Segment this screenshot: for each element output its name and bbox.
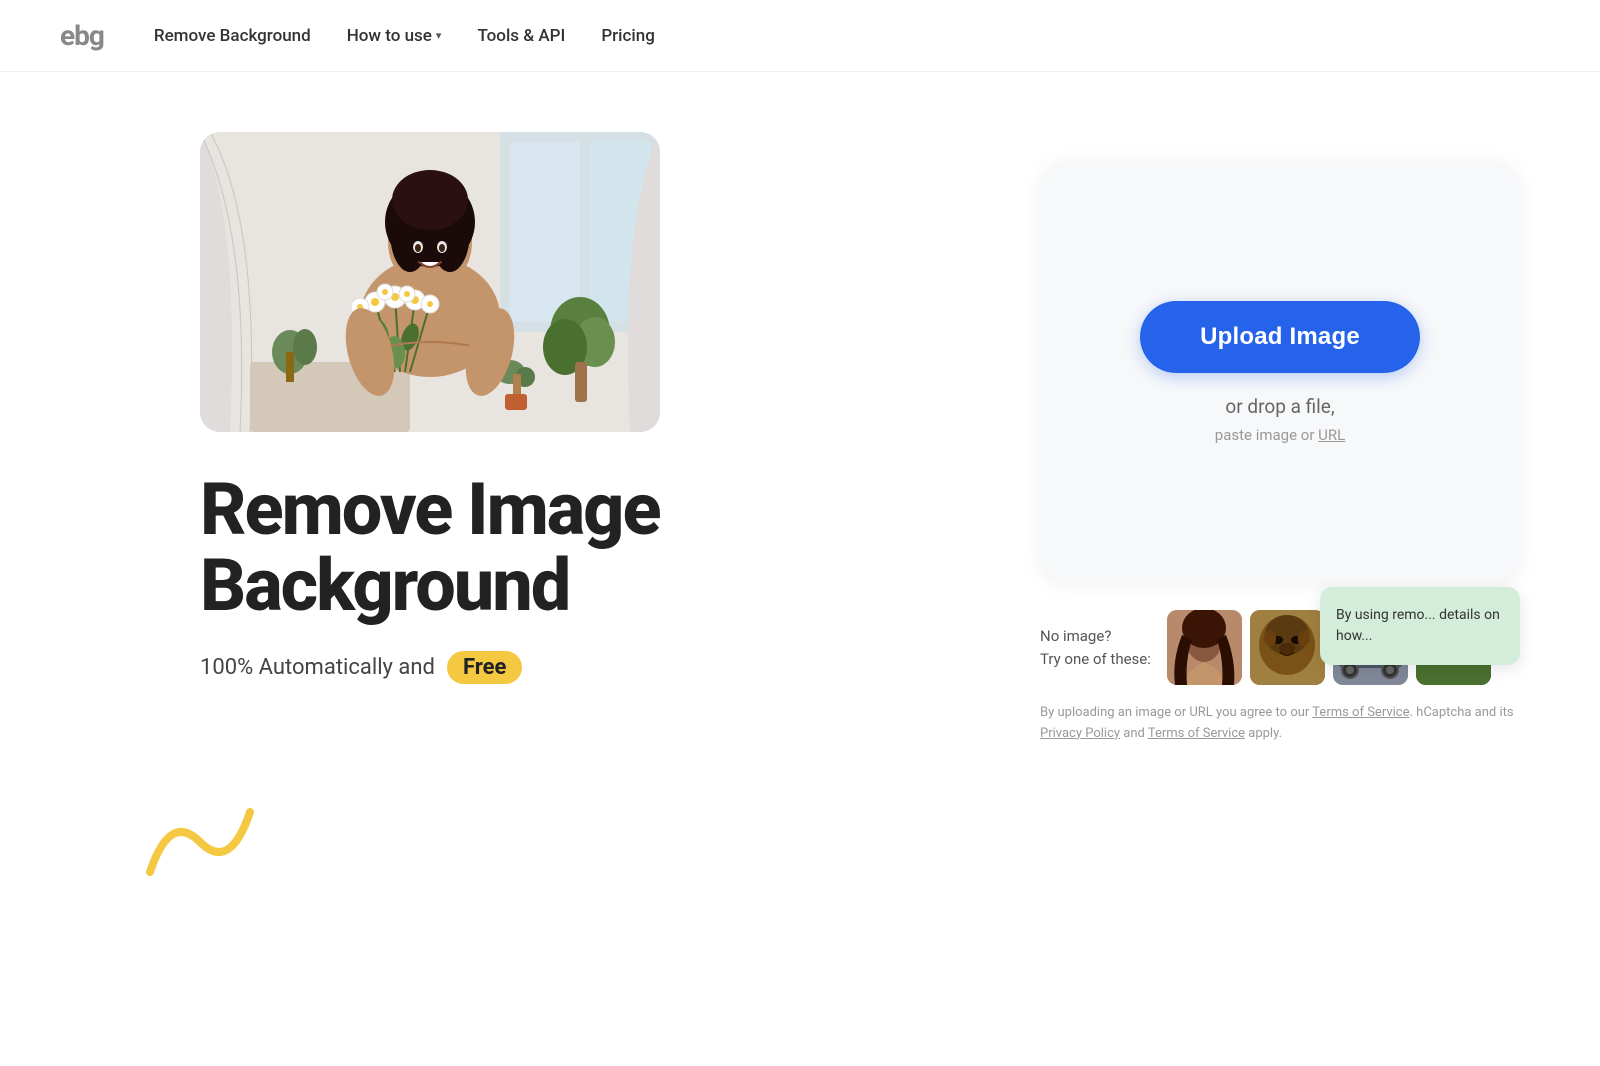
nav-links: Remove Background How to use ▾ Tools & A… <box>154 26 655 46</box>
upload-panel: Upload Image or drop a file, paste image… <box>1040 162 1520 745</box>
nav-link-pricing[interactable]: Pricing <box>601 26 655 46</box>
hero-title: Remove Image Background <box>200 472 960 623</box>
logo-text: ebg <box>60 19 104 52</box>
terms-text: By uploading an image or URL you agree t… <box>1040 703 1520 745</box>
nav-link-how-to-use: How to use <box>347 26 432 46</box>
navbar: ebg Remove Background How to use ▾ Tools… <box>0 0 1600 72</box>
upload-card: Upload Image or drop a file, paste image… <box>1040 162 1520 582</box>
sample-thumb-1[interactable] <box>1167 610 1242 685</box>
paste-image-text: paste image or URL <box>1215 426 1345 444</box>
logo[interactable]: ebg <box>60 19 104 52</box>
nav-item-how-to-use[interactable]: How to use ▾ <box>347 26 442 46</box>
nav-link-tools-api[interactable]: Tools & API <box>477 26 565 46</box>
drop-file-text: or drop a file, <box>1225 395 1334 418</box>
tooltip-popup: By using remo... details on how... <box>1320 587 1520 665</box>
no-image-text: No image? Try one of these: <box>1040 625 1151 670</box>
url-link[interactable]: URL <box>1318 426 1345 444</box>
upload-image-button[interactable]: Upload Image <box>1140 301 1420 373</box>
terms-suffix: apply. <box>1248 726 1282 741</box>
privacy-policy-link[interactable]: Privacy Policy <box>1040 726 1120 741</box>
nav-item-remove-background[interactable]: Remove Background <box>154 26 311 46</box>
terms-of-service-link-2[interactable]: Terms of Service <box>1148 726 1245 741</box>
hero-section: Remove Image Background 100% Automatical… <box>0 72 1600 972</box>
nav-link-remove-background[interactable]: Remove Background <box>154 26 311 46</box>
free-badge: Free <box>447 651 522 684</box>
try-label: Try one of these: <box>1040 648 1151 671</box>
terms-of-service-link[interactable]: Terms of Service <box>1312 705 1409 720</box>
decorative-squiggle <box>140 792 260 892</box>
nav-item-pricing[interactable]: Pricing <box>601 26 655 46</box>
nav-item-tools-api[interactable]: Tools & API <box>477 26 565 46</box>
no-image-label: No image? <box>1040 625 1151 648</box>
terms-prefix: By uploading an image or URL you agree t… <box>1040 705 1309 720</box>
chevron-down-icon: ▾ <box>436 29 442 42</box>
tooltip-text: By using remo... details on how... <box>1336 607 1500 644</box>
hero-left: Remove Image Background 100% Automatical… <box>200 132 960 684</box>
subtitle-prefix: 100% Automatically and <box>200 655 435 680</box>
sample-thumb-2[interactable] <box>1250 610 1325 685</box>
hero-subtitle: 100% Automatically and Free <box>200 651 960 684</box>
hero-image <box>200 132 660 432</box>
